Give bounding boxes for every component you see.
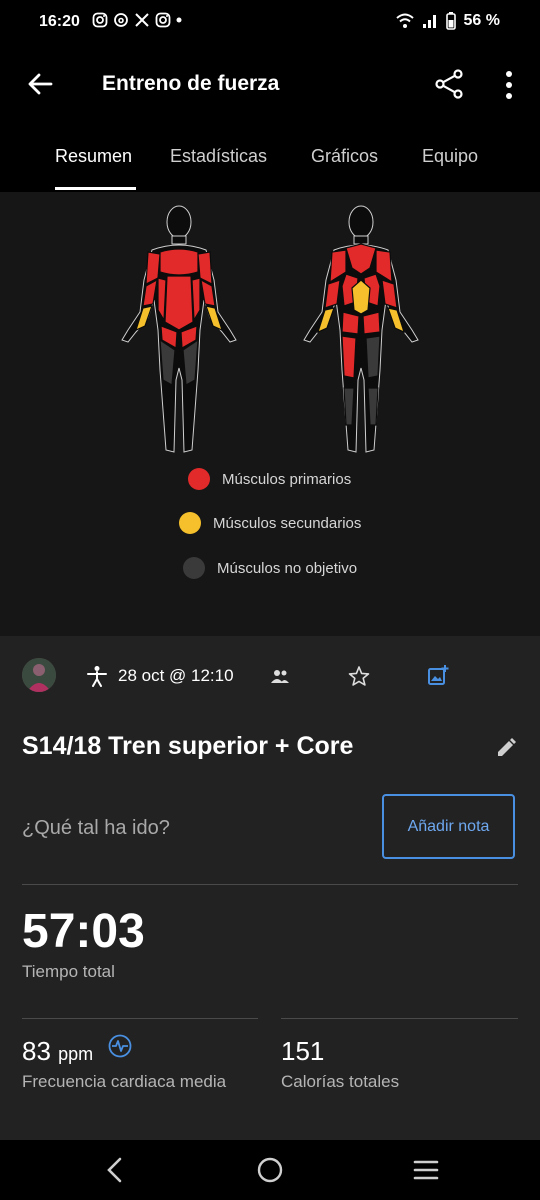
page-title: Entreno de fuerza (102, 72, 280, 95)
add-photo-icon[interactable] (427, 664, 449, 686)
status-right: 56 % (395, 12, 500, 30)
tab-equipo[interactable]: Equipo (422, 146, 478, 167)
heart-rate-number: 83 (22, 1036, 51, 1066)
secondary-dot-icon (179, 512, 201, 534)
legend-non-target: Músculos no objetivo (183, 557, 357, 579)
people-icon[interactable] (270, 668, 290, 684)
total-time-label: Tiempo total (22, 962, 115, 981)
heart-rate-value: 83 ppm (22, 1036, 93, 1067)
back-button[interactable] (24, 68, 56, 100)
divider (22, 884, 518, 885)
more-vert-icon (506, 71, 512, 99)
add-note-button[interactable]: Añadir nota (382, 794, 515, 859)
muscle-map-panel: Músculos primarios Músculos secundarios … (0, 192, 540, 636)
edit-icon[interactable] (495, 737, 517, 759)
instagram-icon (92, 12, 108, 28)
heart-rate-info-icon[interactable] (108, 1034, 132, 1058)
tab-resumen[interactable]: Resumen (55, 146, 132, 167)
tab-indicator (55, 187, 136, 190)
activity-card: 28 oct @ 12:10 S14/18 Tren superior + Co… (0, 636, 540, 1140)
star-icon[interactable] (348, 665, 370, 687)
share-icon (435, 69, 463, 99)
tab-estadisticas[interactable]: Estadísticas (170, 146, 267, 167)
signal-icon (422, 15, 436, 28)
divider (22, 1018, 258, 1019)
battery-icon (445, 12, 456, 30)
calories-label: Calorías totales (281, 1072, 400, 1091)
activity-meta-row: 28 oct @ 12:10 (22, 658, 540, 698)
legend-primary-label: Músculos primarios (222, 470, 352, 488)
more-options-button[interactable] (500, 68, 518, 102)
x-icon (135, 13, 149, 27)
non-target-dot-icon (183, 557, 205, 579)
threads-icon (114, 13, 128, 27)
status-time: 16:20 (39, 13, 80, 30)
nav-home-icon[interactable] (256, 1156, 284, 1184)
calories-value: 151 (281, 1036, 325, 1066)
arrow-back-icon (28, 73, 53, 95)
wifi-icon (395, 13, 414, 28)
feedback-question: ¿Qué tal ha ido? (22, 817, 170, 839)
legend-non-target-label: Músculos no objetivo (217, 559, 358, 577)
tab-bar: Resumen Estadísticas Gráficos Equipo (0, 124, 540, 192)
primary-dot-icon (188, 468, 210, 490)
user-photo (22, 658, 56, 692)
muscle-map (121, 205, 419, 453)
battery-percent: 56 % (463, 12, 500, 29)
share-button[interactable] (434, 68, 466, 100)
system-nav-bar (0, 1140, 540, 1200)
legend-primary: Músculos primarios (188, 468, 351, 490)
avatar[interactable] (22, 658, 56, 692)
notification-icons (92, 12, 182, 28)
divider (281, 1018, 518, 1019)
dot-icon (176, 17, 182, 23)
total-time-value: 57:03 (22, 905, 145, 958)
heart-rate-unit: ppm (58, 1044, 94, 1064)
legend-secondary: Músculos secundarios (179, 512, 361, 534)
activity-date: 28 oct @ 12:10 (118, 666, 234, 685)
strength-activity-icon (87, 666, 107, 687)
tab-graficos[interactable]: Gráficos (311, 146, 378, 167)
app-bar: Entreno de fuerza (0, 46, 540, 124)
nav-back-icon[interactable] (103, 1156, 127, 1184)
nav-recents-icon[interactable] (412, 1156, 440, 1184)
activity-title: S14/18 Tren superior + Core (22, 732, 354, 760)
legend-secondary-label: Músculos secundarios (213, 514, 362, 532)
heart-rate-label: Frecuencia cardiaca media (22, 1072, 227, 1091)
instagram-icon (155, 12, 171, 28)
status-bar: 16:20 56 % (0, 0, 540, 46)
